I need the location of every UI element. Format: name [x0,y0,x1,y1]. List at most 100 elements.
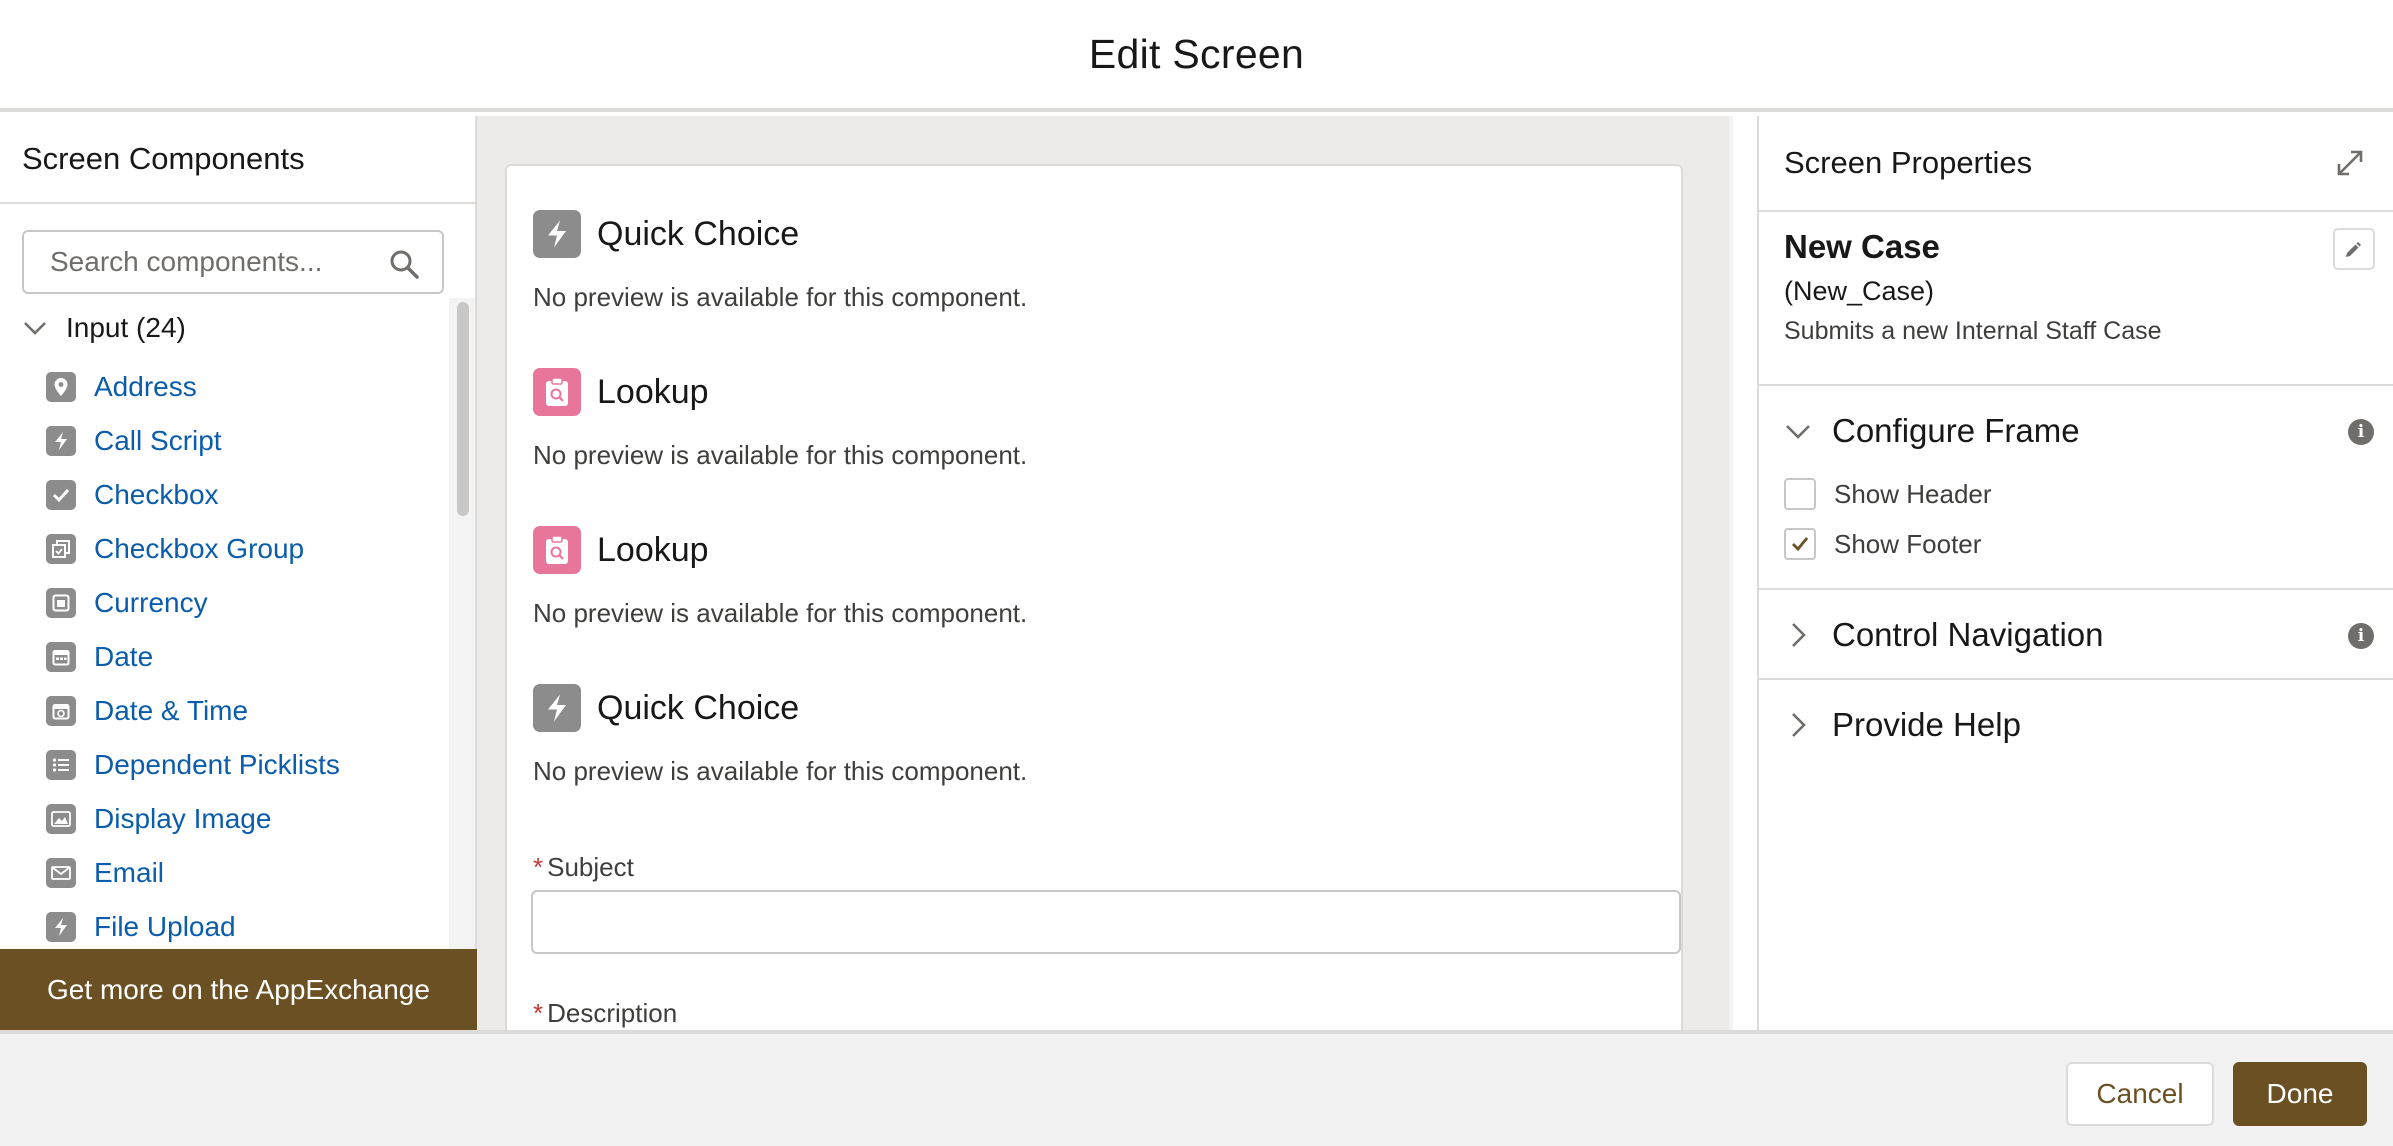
screen-api-name: (New_Case) [1784,276,1935,306]
required-marker: * [533,998,544,1028]
screen-info: New Case (New_Case) Submits a new Intern… [1784,228,2162,346]
chevron-down-icon [24,322,46,335]
component-item-date-time[interactable]: Date & Time [46,684,446,738]
component-item-display-image[interactable]: Display Image [46,792,446,846]
canvas-component-lookup[interactable]: Lookup No preview is available for this … [533,366,1653,471]
screen-label: New Case [1784,228,1940,265]
description-field-label: * Description [533,998,677,1029]
component-item-label: Email [94,857,165,888]
component-item-call-script[interactable]: Call Script [46,414,446,468]
done-button[interactable]: Done [2233,1062,2367,1126]
component-list: Address Call Script Checkbox Checkbox Gr… [46,360,446,954]
component-item-label: Address [94,371,197,402]
component-item-checkbox[interactable]: Checkbox [46,468,446,522]
component-item-address[interactable]: Address [46,360,446,414]
canvas-component-note: No preview is available for this compone… [533,282,1028,312]
check-icon [46,480,76,510]
screen-properties-panel: Screen Properties New Case (New_Case) Su… [1757,116,2393,1030]
canvas-component-title: Lookup [597,372,709,411]
screen-canvas: Quick Choice No preview is available for… [477,116,1733,1030]
multi-check-icon [46,534,76,564]
list-icon [46,750,76,780]
show-footer-option[interactable]: Show Footer [1784,528,1981,560]
location-pin-icon [46,372,76,402]
lightning-icon [533,210,581,258]
canvas-component-quick-choice[interactable]: Quick Choice No preview is available for… [533,682,1653,787]
components-scrollbar-thumb[interactable] [457,302,469,516]
expand-icon[interactable] [2333,146,2367,180]
screen-components-title: Screen Components [0,116,475,204]
canvas-component-title: Lookup [597,530,709,569]
show-header-label: Show Header [1834,478,1992,509]
lightning-icon [46,426,76,456]
search-components-box[interactable] [22,230,444,294]
show-footer-checkbox[interactable] [1784,528,1816,560]
canvas-component-quick-choice[interactable]: Quick Choice No preview is available for… [533,208,1653,313]
description-label-text: Description [547,998,678,1028]
component-item-label: Currency [94,587,208,618]
canvas-scrollbar-track[interactable] [1729,116,1733,1030]
chevron-right-icon [1792,713,1806,737]
search-components-input[interactable] [48,245,378,279]
lightning-icon [46,912,76,942]
component-item-checkbox-group[interactable]: Checkbox Group [46,522,446,576]
modal-footer: Cancel Done [0,1030,2393,1146]
section-divider [1759,678,2393,680]
component-item-file-upload[interactable]: File Upload [46,900,446,954]
control-navigation-toggle[interactable]: Control Navigation i [1784,610,2374,660]
component-item-label: Call Script [94,425,222,456]
currency-icon [46,588,76,618]
pencil-icon [2346,242,2361,257]
component-item-label: File Upload [94,911,236,942]
search-icon[interactable] [388,248,420,280]
subject-input[interactable] [531,890,1681,954]
configure-frame-toggle[interactable]: Configure Frame i [1784,406,2374,456]
show-footer-label: Show Footer [1834,528,1982,559]
show-header-option[interactable]: Show Header [1784,478,1992,510]
canvas-component-note: No preview is available for this compone… [533,756,1028,786]
calendar-clock-icon [46,696,76,726]
component-item-label: Date [94,641,154,672]
email-icon [46,858,76,888]
required-marker: * [533,852,544,882]
edit-screen-button[interactable] [2333,228,2375,270]
info-icon[interactable]: i [2348,623,2374,649]
component-item-currency[interactable]: Currency [46,576,446,630]
screen-canvas-card: Quick Choice No preview is available for… [505,164,1683,1030]
cancel-button[interactable]: Cancel [2066,1062,2214,1126]
component-item-label: Checkbox Group [94,533,305,564]
screen-description: Submits a new Internal Staff Case [1784,317,2162,345]
input-group-toggle[interactable]: Input (24) [22,308,186,348]
configure-frame-title: Configure Frame [1832,412,2080,449]
info-icon[interactable]: i [2348,419,2374,445]
modal-title: Edit Screen [1088,30,1305,77]
calendar-icon [46,642,76,672]
checkmark-icon [1792,537,1809,552]
lightning-icon [533,684,581,732]
component-item-dependent-picklists[interactable]: Dependent Picklists [46,738,446,792]
canvas-component-lookup[interactable]: Lookup No preview is available for this … [533,524,1653,629]
modal-header: Edit Screen [0,0,2393,112]
show-header-checkbox[interactable] [1784,478,1816,510]
component-item-label: Dependent Picklists [94,749,340,780]
control-navigation-title: Control Navigation [1832,616,2104,653]
component-item-date[interactable]: Date [46,630,446,684]
canvas-component-title: Quick Choice [597,688,800,727]
chevron-right-icon [1792,623,1806,647]
component-item-label: Checkbox [94,479,219,510]
lookup-icon [533,526,581,574]
screen-properties-title: Screen Properties [1784,145,2033,180]
appexchange-button[interactable]: Get more on the AppExchange [0,949,477,1030]
provide-help-toggle[interactable]: Provide Help [1784,700,2374,750]
component-item-label: Display Image [94,803,272,834]
provide-help-title: Provide Help [1832,706,2021,743]
component-item-email[interactable]: Email [46,846,446,900]
component-item-label: Date & Time [94,695,249,726]
canvas-component-note: No preview is available for this compone… [533,598,1028,628]
image-icon [46,804,76,834]
subject-label-text: Subject [547,852,634,882]
input-group-label: Input (24) [66,312,186,343]
chevron-down-icon [1786,425,1810,439]
screen-components-panel: Screen Components Input (24) Address Cal… [0,116,477,1030]
canvas-component-note: No preview is available for this compone… [533,440,1028,470]
